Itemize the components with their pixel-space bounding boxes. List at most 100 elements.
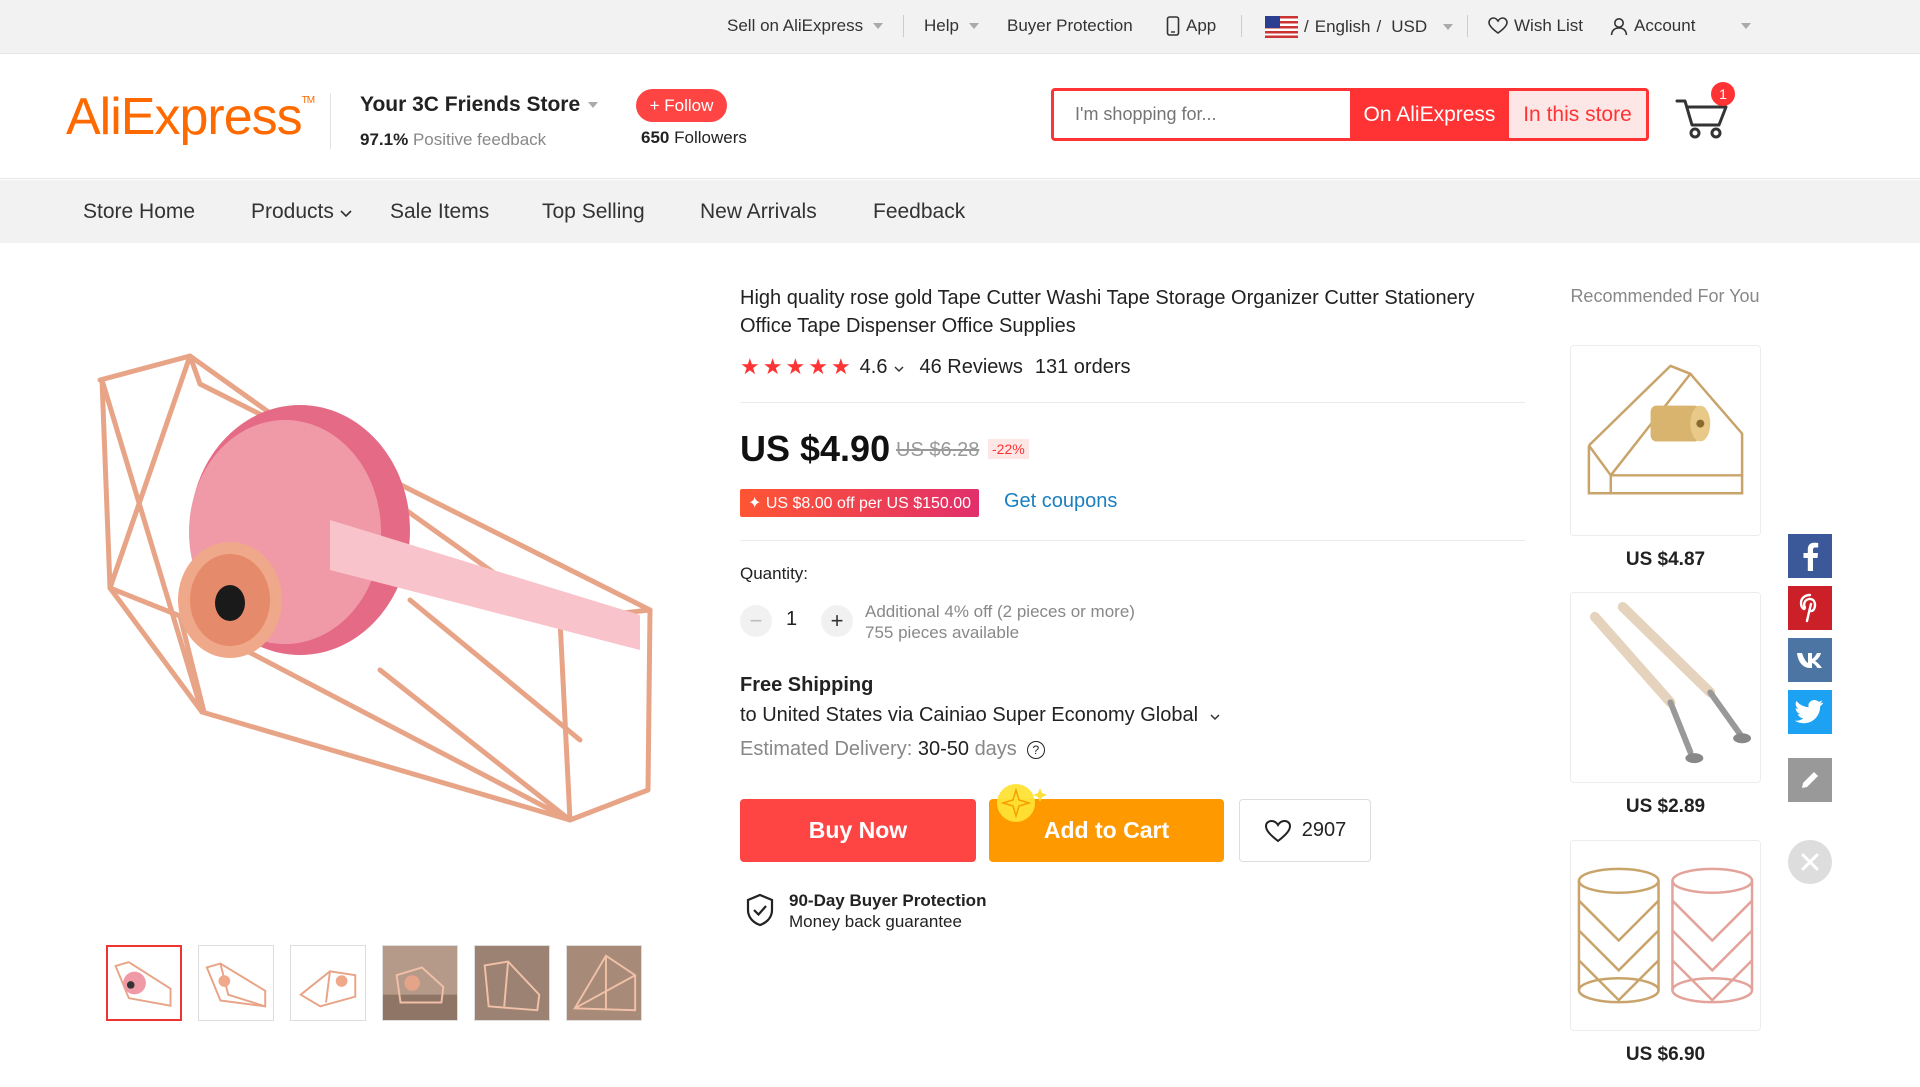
thumbnail-image bbox=[199, 946, 273, 1020]
chevron-down-icon bbox=[340, 210, 352, 218]
close-icon bbox=[1801, 853, 1819, 871]
pinterest-share-button[interactable] bbox=[1788, 586, 1832, 630]
thumbnail-1[interactable] bbox=[106, 945, 182, 1021]
twitter-share-button[interactable] bbox=[1788, 690, 1832, 734]
chevron-down-icon bbox=[588, 102, 599, 108]
divider bbox=[740, 402, 1525, 403]
orders-count: 131 orders bbox=[1034, 355, 1131, 378]
store-header: AliExpressTM Your 3C Friends Store 97.1%… bbox=[0, 55, 1920, 179]
sell-label: Sell on AliExpress bbox=[727, 16, 864, 35]
thumbnail-3[interactable] bbox=[290, 945, 366, 1021]
nav-new-arrivals[interactable]: New Arrivals bbox=[700, 200, 817, 224]
product-main-image[interactable] bbox=[80, 320, 680, 880]
nav-products[interactable]: Products bbox=[251, 200, 353, 224]
thumbnail-2[interactable] bbox=[198, 945, 274, 1021]
quantity-decrease-button[interactable]: − bbox=[740, 605, 772, 637]
recommended-item[interactable] bbox=[1570, 840, 1761, 1031]
recommended-title: Recommended For You bbox=[1570, 286, 1760, 306]
chevron-down-icon bbox=[1443, 24, 1454, 30]
recommended-item[interactable] bbox=[1570, 345, 1761, 536]
shipping-method-selector[interactable]: to United States via Cainiao Super Econo… bbox=[740, 704, 1221, 727]
wish-list-link[interactable]: Wish List bbox=[1488, 16, 1583, 36]
store-nav: Store Home Products Sale Items Top Selli… bbox=[0, 180, 1920, 243]
account-menu[interactable]: Account bbox=[1610, 16, 1752, 36]
quantity-value[interactable]: 1 bbox=[786, 608, 797, 631]
rating-value[interactable]: 4.6 bbox=[860, 356, 888, 379]
reviews-link[interactable]: 46 Reviews bbox=[919, 356, 1022, 379]
followers-count: 650 Followers bbox=[641, 128, 747, 148]
recommended-item-image bbox=[1571, 346, 1760, 535]
store-name[interactable]: Your 3C Friends Store bbox=[360, 93, 599, 117]
quantity-info: Additional 4% off (2 pieces or more) 755… bbox=[865, 601, 1135, 643]
thumbnail-image bbox=[475, 946, 549, 1020]
nav-sale-items[interactable]: Sale Items bbox=[390, 200, 489, 224]
trademark: TM bbox=[301, 95, 315, 106]
help-icon[interactable]: ? bbox=[1026, 740, 1045, 759]
separator: / bbox=[1376, 17, 1382, 36]
divider bbox=[330, 93, 331, 149]
language-label: English bbox=[1314, 17, 1371, 36]
original-price: US $6.28 bbox=[896, 439, 980, 461]
close-share-button[interactable] bbox=[1788, 840, 1832, 884]
recommended-item[interactable] bbox=[1570, 592, 1761, 783]
sparkle-icon: ✦ bbox=[748, 495, 762, 512]
thumbnail-image bbox=[291, 946, 365, 1020]
heart-icon bbox=[1264, 819, 1291, 842]
estimated-delivery: Estimated Delivery: 30-50 days ? bbox=[740, 738, 1045, 761]
get-coupons-link[interactable]: Get coupons bbox=[1004, 490, 1117, 513]
follow-button[interactable]: + Follow bbox=[636, 89, 727, 122]
app-link[interactable]: App bbox=[1166, 16, 1216, 36]
chevron-down-icon bbox=[873, 23, 884, 29]
shipping-title: Free Shipping bbox=[740, 674, 874, 696]
wishlist-button[interactable]: 2907 bbox=[1239, 799, 1371, 862]
nav-store-home[interactable]: Store Home bbox=[83, 200, 195, 224]
vk-share-button[interactable] bbox=[1788, 638, 1832, 682]
discount-badge: -22% bbox=[988, 439, 1029, 459]
aliexpress-logo[interactable]: AliExpressTM bbox=[66, 87, 315, 147]
star-icon: ★ bbox=[740, 354, 760, 379]
app-label: App bbox=[1186, 16, 1217, 35]
nav-products-label: Products bbox=[251, 200, 334, 223]
star-icon: ★ bbox=[808, 354, 828, 379]
help-menu[interactable]: Help bbox=[924, 16, 979, 36]
quantity-increase-button[interactable]: + bbox=[821, 605, 853, 637]
buyer-protection-link[interactable]: Buyer Protection bbox=[1007, 16, 1133, 36]
chevron-down-icon[interactable] bbox=[893, 365, 905, 373]
account-label: Account bbox=[1634, 16, 1696, 35]
language-currency-selector[interactable]: / English / USD bbox=[1265, 16, 1454, 38]
nav-feedback[interactable]: Feedback bbox=[873, 200, 965, 224]
search-store-button[interactable]: In this store bbox=[1509, 91, 1646, 138]
top-bar: Sell on AliExpress Help Buyer Protection… bbox=[0, 0, 1920, 54]
facebook-share-button[interactable] bbox=[1788, 534, 1832, 578]
recommended-price: US $4.87 bbox=[1625, 549, 1706, 570]
star-icon: ★ bbox=[762, 354, 783, 379]
currency-label: USD bbox=[1391, 17, 1428, 36]
stock-available-text: 755 pieces available bbox=[865, 623, 1020, 642]
divider bbox=[1241, 15, 1242, 37]
product-price: US $4.90 bbox=[740, 428, 891, 469]
search-aliexpress-button[interactable]: On AliExpress bbox=[1350, 91, 1509, 138]
shipping-method-label: to United States via Cainiao Super Econo… bbox=[740, 704, 1199, 726]
divider bbox=[903, 15, 904, 37]
star-icon: ★ bbox=[785, 354, 806, 379]
help-label: Help bbox=[924, 16, 959, 35]
wishlist-count: 2907 bbox=[1301, 819, 1347, 841]
nav-top-selling[interactable]: Top Selling bbox=[542, 200, 645, 224]
search-input[interactable] bbox=[1054, 91, 1350, 138]
pencil-icon bbox=[1802, 772, 1818, 788]
store-name-label: Your 3C Friends Store bbox=[360, 93, 581, 116]
buy-now-button[interactable]: Buy Now bbox=[740, 799, 976, 862]
thumbnail-4[interactable] bbox=[382, 945, 458, 1021]
followers-label: Followers bbox=[674, 128, 747, 147]
wish-list-label: Wish List bbox=[1514, 16, 1583, 35]
sell-on-aliexpress-link[interactable]: Sell on AliExpress bbox=[727, 16, 884, 36]
thumbnail-image bbox=[567, 946, 641, 1020]
thumbnail-5[interactable] bbox=[474, 945, 550, 1021]
store-feedback: 97.1% Positive feedback bbox=[360, 130, 546, 150]
recommended-item-image bbox=[1571, 593, 1760, 782]
coupon-badge[interactable]: ✦ US $8.00 off per US $150.00 bbox=[740, 489, 980, 517]
edit-button[interactable] bbox=[1788, 758, 1832, 802]
chevron-down-icon bbox=[1210, 714, 1220, 721]
thumbnail-6[interactable] bbox=[566, 945, 642, 1021]
buyer-protection: 90-Day Buyer Protection Money back guara… bbox=[745, 890, 986, 932]
